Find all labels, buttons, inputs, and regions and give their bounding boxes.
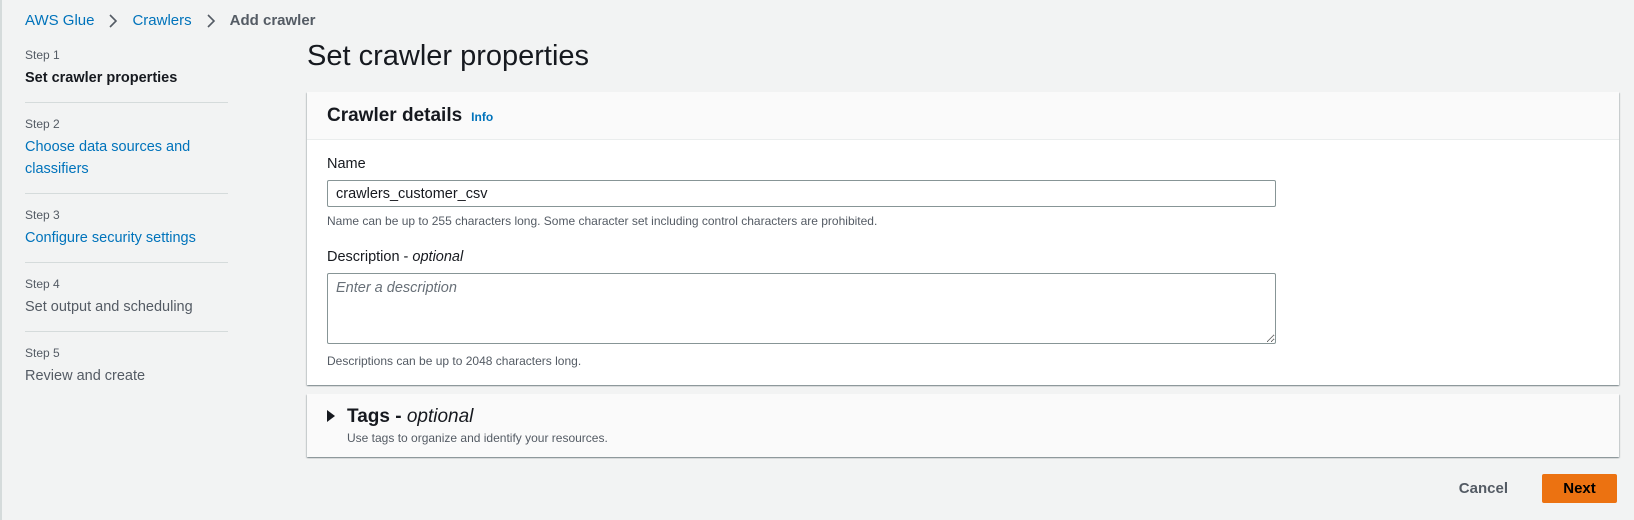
breadcrumb-crawlers[interactable]: Crawlers xyxy=(132,12,191,29)
crawler-details-panel: Crawler details Info Name Name can be up… xyxy=(307,92,1619,385)
step-number: Step 2 xyxy=(25,117,60,131)
step-3: Step 3 Configure security settings xyxy=(25,207,228,263)
description-label-text: Description - xyxy=(327,249,413,265)
tags-text: Tags - optional Use tags to organize and… xyxy=(347,406,608,445)
optional-label: optional xyxy=(412,249,464,265)
step-title: Set output and scheduling xyxy=(25,299,193,315)
name-input[interactable] xyxy=(327,180,1276,207)
form-actions: Cancel Next xyxy=(1439,474,1617,503)
step-5: Step 5 Review and create xyxy=(25,345,228,400)
step-title: Set crawler properties xyxy=(25,70,178,86)
wizard-steps: Step 1 Set crawler properties Step 2 Cho… xyxy=(25,47,228,413)
breadcrumb: AWS Glue Crawlers Add crawler xyxy=(25,12,316,29)
tags-description: Use tags to organize and identify your r… xyxy=(347,431,608,445)
step-number: Step 5 xyxy=(25,346,60,360)
step-number: Step 1 xyxy=(25,48,60,62)
panel-header: Crawler details Info xyxy=(307,92,1619,140)
caret-right-icon xyxy=(327,410,335,422)
step-title: Review and create xyxy=(25,368,146,384)
page: AWS Glue Crawlers Add crawler Step 1 Set… xyxy=(0,0,1634,520)
step-link-security[interactable]: Configure security settings xyxy=(25,227,228,249)
step-1: Step 1 Set crawler properties xyxy=(25,47,228,103)
panel-title: Crawler details xyxy=(327,104,463,126)
tags-expandable-section[interactable]: Tags - optional Use tags to organize and… xyxy=(307,394,1619,457)
step-number: Step 4 xyxy=(25,277,60,291)
step-link-data-sources[interactable]: Choose data sources and classifiers xyxy=(25,136,228,180)
tags-title: Tags - optional xyxy=(347,406,608,428)
step-2: Step 2 Choose data sources and classifie… xyxy=(25,116,228,194)
name-label: Name xyxy=(327,156,366,172)
chevron-right-icon xyxy=(106,13,120,28)
panel-body: Name Name can be up to 255 characters lo… xyxy=(307,140,1619,385)
step-number: Step 3 xyxy=(25,208,60,222)
page-title: Set crawler properties xyxy=(307,40,590,72)
description-label: Description - optional xyxy=(327,247,1599,267)
tags-title-text: Tags - xyxy=(347,406,407,427)
info-link[interactable]: Info xyxy=(471,110,493,124)
name-constraint: Name can be up to 255 characters long. S… xyxy=(327,214,878,228)
cancel-button[interactable]: Cancel xyxy=(1439,474,1528,503)
breadcrumb-aws-glue[interactable]: AWS Glue xyxy=(25,12,94,29)
chevron-right-icon xyxy=(204,13,218,28)
step-4: Step 4 Set output and scheduling xyxy=(25,276,228,332)
optional-label: optional xyxy=(406,406,474,427)
description-constraint: Descriptions can be up to 2048 character… xyxy=(327,354,582,368)
description-textarea[interactable] xyxy=(327,273,1276,344)
tags-header: Tags - optional Use tags to organize and… xyxy=(307,394,1619,457)
breadcrumb-current: Add crawler xyxy=(229,12,316,29)
next-button[interactable]: Next xyxy=(1542,474,1617,503)
